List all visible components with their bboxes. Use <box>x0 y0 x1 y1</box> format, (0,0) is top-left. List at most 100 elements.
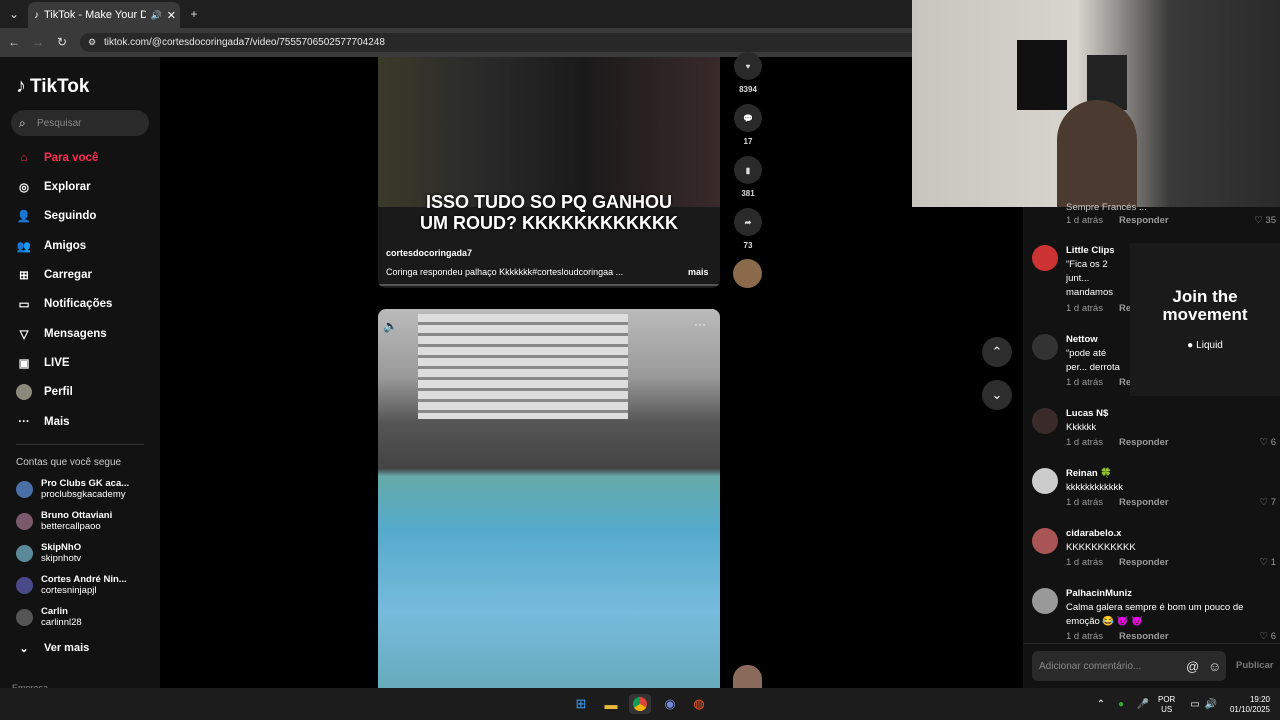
ad-banner[interactable]: Join the movement ● Liquid <box>1130 243 1280 396</box>
avatar <box>16 544 33 562</box>
nav-carregar[interactable]: ⊞ Carregar <box>16 264 156 286</box>
app-icon[interactable]: ◍ <box>688 694 710 714</box>
reply-button[interactable]: Responder <box>1119 497 1169 508</box>
following-account[interactable]: Cortes André Nin... cortesninjapjl <box>16 574 161 596</box>
nav-label: Seguindo <box>44 210 97 222</box>
following-account[interactable]: SkipNhO skipnhotv <box>16 542 161 564</box>
nav-mais[interactable]: ··· Mais <box>16 411 156 433</box>
share-icon[interactable]: ➦ <box>734 208 762 236</box>
webcam-overlay <box>912 0 1280 207</box>
language-indicator[interactable]: POR US <box>1158 695 1175 715</box>
avatar[interactable] <box>1032 408 1058 434</box>
nav-seguindo[interactable]: 👤 Seguindo <box>16 205 156 227</box>
reply-button[interactable]: Responder <box>1119 215 1169 226</box>
comment-time: 1 d atrás <box>1066 303 1103 314</box>
comment-likes[interactable]: ♡ 6 <box>1260 437 1276 448</box>
reload-button[interactable]: ↻ <box>52 32 72 52</box>
back-button[interactable]: ← <box>4 32 24 52</box>
comment-user[interactable]: PalhacinMuniz <box>1066 588 1132 599</box>
emoji-icon[interactable]: ☺ <box>1208 659 1221 674</box>
publish-button[interactable]: Publicar <box>1236 660 1274 671</box>
avatar[interactable] <box>1032 334 1058 360</box>
comment-user[interactable]: Lucas N$ <box>1066 408 1108 419</box>
avatar[interactable] <box>1032 528 1058 554</box>
comment-likes[interactable]: ♡ 35 <box>1254 215 1276 226</box>
comment-meta: 1 d atrás Responder <box>1066 497 1169 508</box>
chevron-up-icon[interactable]: ⌃ <box>1090 694 1112 714</box>
comment-icon[interactable]: 💬 <box>734 104 762 132</box>
nav-notificacoes[interactable]: ▭ Notificações <box>16 293 156 315</box>
site-info-icon[interactable]: ⚙ <box>88 37 96 48</box>
following-account[interactable]: Pro Clubs GK aca... proclubsgkacademy <box>16 478 161 500</box>
comment-user[interactable]: cidarabelo.x <box>1066 528 1121 539</box>
video-player-previous[interactable]: ISSO TUDO SO PQ GANHOU UM ROUD? KKKKKKKK… <box>378 57 720 288</box>
tray-app-icon[interactable]: ● <box>1110 694 1132 714</box>
date-label: 01/10/2025 <box>1229 705 1270 714</box>
video-author[interactable]: cortesdocoringada7 <box>386 248 472 258</box>
new-tab-button[interactable]: + <box>184 4 204 24</box>
address-bar[interactable]: ⚙ tiktok.com/@cortesdocoringada7/video/7… <box>80 33 920 52</box>
tiktok-logo[interactable]: ♪ TikTok <box>16 75 89 98</box>
like-action[interactable]: ♥ 8394 <box>734 52 762 94</box>
comment-meta: 1 d atrás Responder <box>1066 215 1169 226</box>
friends-icon: 👥 <box>16 241 32 253</box>
comment-action[interactable]: 💬 17 <box>734 104 762 146</box>
windows-start-icon[interactable]: ⊞ <box>570 694 592 714</box>
share-action[interactable]: ➦ 73 <box>734 208 762 250</box>
comment-user[interactable]: Little Clips <box>1066 245 1115 256</box>
video-progress-bar[interactable] <box>378 284 720 286</box>
save-action[interactable]: ▮ 381 <box>734 156 762 198</box>
comment-user[interactable]: Nettow <box>1066 334 1098 345</box>
avatar[interactable] <box>1032 588 1058 614</box>
account-name: Bruno Ottaviani <box>41 510 113 521</box>
account-name: Pro Clubs GK aca... <box>41 478 130 489</box>
following-account[interactable]: Carlin carlinnl28 <box>16 606 161 628</box>
creator-avatar[interactable] <box>733 259 762 288</box>
comment-user[interactable]: Reinan 🍀 <box>1066 468 1112 479</box>
video-player-current[interactable]: 🔈 ··· <box>378 309 720 689</box>
nav-perfil[interactable]: Perfil <box>16 381 156 403</box>
tab-list-icon[interactable]: ⌄ <box>4 4 24 24</box>
mention-icon[interactable]: @ <box>1186 659 1199 674</box>
volume-icon[interactable]: 🔊 <box>1200 694 1222 714</box>
reply-button[interactable]: Responder <box>1119 437 1169 448</box>
caption-more-link[interactable]: mais <box>688 267 709 277</box>
following-account[interactable]: Bruno Ottaviani bettercallpaoo <box>16 510 161 532</box>
comment-likes[interactable]: ♡ 1 <box>1260 557 1276 568</box>
browser-tab[interactable]: ♪ TikTok - Make Your Day 🔊 ✕ <box>28 2 180 28</box>
creator-avatar-next[interactable] <box>733 665 762 688</box>
comment-likes[interactable]: ♡ 6 <box>1260 631 1276 639</box>
previous-video-button[interactable]: ⌃ <box>982 337 1012 367</box>
file-explorer-icon[interactable]: ▬ <box>600 694 622 714</box>
heart-outline-icon: ♡ <box>1259 631 1271 639</box>
audio-playing-icon[interactable]: 🔊 <box>151 10 162 21</box>
bookmark-icon[interactable]: ▮ <box>734 156 762 184</box>
account-name: Carlin <box>41 606 68 617</box>
heart-icon[interactable]: ♥ <box>734 52 762 80</box>
avatar <box>16 608 33 626</box>
avatar[interactable] <box>1032 468 1058 494</box>
nav-mensagens[interactable]: ▽ Mensagens <box>16 323 156 345</box>
clock[interactable]: 19:20 01/10/2025 <box>1222 695 1270 715</box>
messages-icon: ▽ <box>19 329 29 341</box>
tab-close-icon[interactable]: ✕ <box>167 9 180 22</box>
video-options-icon[interactable]: ··· <box>694 317 706 331</box>
nav-live[interactable]: ▣ LIVE <box>16 352 156 374</box>
avatar[interactable] <box>1032 245 1058 271</box>
next-video-button[interactable]: ⌄ <box>982 380 1012 410</box>
chrome-icon[interactable] <box>629 694 651 714</box>
nav-explorar[interactable]: ◎ Explorar <box>16 176 156 198</box>
nav-para-voce[interactable]: ⌂ Para você <box>16 147 156 169</box>
discord-icon[interactable]: ◉ <box>659 694 681 714</box>
search-placeholder: Pesquisar <box>37 117 82 129</box>
comment-input[interactable]: Adicionar comentário... @ ☺ <box>1032 651 1226 681</box>
forward-button[interactable]: → <box>28 32 48 52</box>
reply-button[interactable]: Responder <box>1119 557 1169 568</box>
nav-amigos[interactable]: 👥 Amigos <box>16 235 156 257</box>
search-input[interactable]: ⌕ Pesquisar <box>11 110 149 136</box>
microphone-icon[interactable]: 🎤 <box>1132 694 1154 714</box>
volume-icon[interactable]: 🔈 <box>383 319 398 333</box>
comment-likes[interactable]: ♡ 7 <box>1260 497 1276 508</box>
see-more-button[interactable]: ⌄ Ver mais <box>16 637 156 659</box>
reply-button[interactable]: Responder <box>1119 631 1169 639</box>
